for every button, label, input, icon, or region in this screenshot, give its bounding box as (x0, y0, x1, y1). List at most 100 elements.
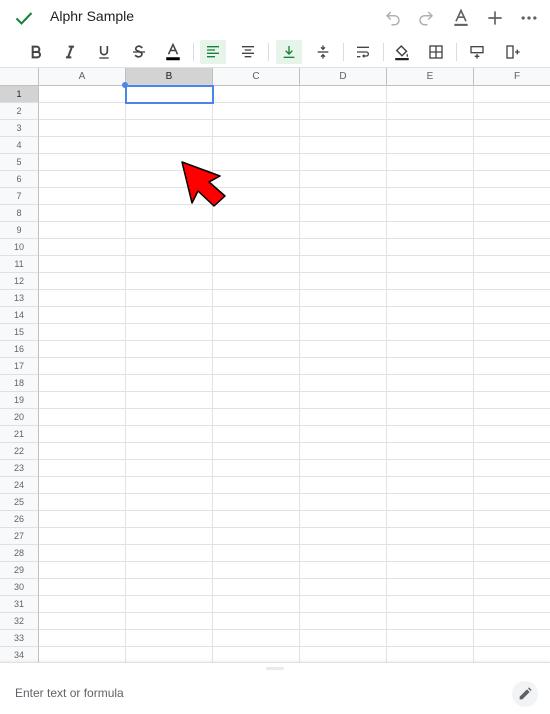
row-header-23[interactable]: 23 (0, 460, 39, 477)
row-header-17[interactable]: 17 (0, 358, 39, 375)
row-header-2[interactable]: 2 (0, 103, 39, 120)
row-gridline (39, 374, 550, 375)
undo-icon[interactable] (381, 6, 405, 30)
document-title[interactable]: Alphr Sample (50, 8, 134, 24)
row-header-29[interactable]: 29 (0, 562, 39, 579)
insert-row-icon[interactable] (464, 40, 490, 64)
row-header-12[interactable]: 12 (0, 273, 39, 290)
row-gridline (39, 102, 550, 103)
more-icon[interactable] (517, 6, 541, 30)
row-gridline (39, 459, 550, 460)
formula-bar: Enter text or formula (0, 662, 550, 714)
row-gridline (39, 306, 550, 307)
row-gridline (39, 425, 550, 426)
row-gridline (39, 629, 550, 630)
row-gridline (39, 323, 550, 324)
done-check-icon[interactable] (12, 6, 36, 30)
row-gridline (39, 493, 550, 494)
italic-icon[interactable] (57, 40, 83, 64)
row-header-6[interactable]: 6 (0, 171, 39, 188)
top-bar: Alphr Sample (0, 0, 550, 36)
row-header-18[interactable]: 18 (0, 375, 39, 392)
selection-handle[interactable] (122, 82, 128, 88)
row-header-11[interactable]: 11 (0, 256, 39, 273)
row-header-7[interactable]: 7 (0, 188, 39, 205)
row-gridline (39, 119, 550, 120)
row-gridline (39, 544, 550, 545)
toolbar-divider (343, 43, 344, 61)
fill-color-icon[interactable] (389, 40, 415, 64)
row-header-3[interactable]: 3 (0, 120, 39, 137)
row-gridline (39, 238, 550, 239)
row-gridline (39, 578, 550, 579)
row-gridline (39, 255, 550, 256)
row-header-27[interactable]: 27 (0, 528, 39, 545)
row-header-14[interactable]: 14 (0, 307, 39, 324)
spreadsheet-grid[interactable]: A B C D E F 1 2 3 4 5 6 7 8 9 10 11 12 1… (0, 68, 550, 662)
column-header-c[interactable]: C (213, 68, 300, 86)
row-header-9[interactable]: 9 (0, 222, 39, 239)
column-header-b[interactable]: B (126, 68, 213, 86)
edit-pencil-icon[interactable] (512, 681, 538, 707)
borders-icon[interactable] (423, 40, 449, 64)
row-gridline (39, 561, 550, 562)
row-header-4[interactable]: 4 (0, 137, 39, 154)
formula-input[interactable]: Enter text or formula (15, 686, 124, 700)
column-header-a[interactable]: A (39, 68, 126, 86)
align-left-icon[interactable] (200, 40, 226, 64)
row-gridline (39, 289, 550, 290)
row-header-33[interactable]: 33 (0, 630, 39, 647)
row-header-24[interactable]: 24 (0, 477, 39, 494)
row-header-20[interactable]: 20 (0, 409, 39, 426)
row-gridline (39, 357, 550, 358)
row-header-1[interactable]: 1 (0, 86, 39, 103)
row-header-31[interactable]: 31 (0, 596, 39, 613)
add-icon[interactable] (483, 6, 507, 30)
valign-bottom-icon[interactable] (276, 40, 302, 64)
wrap-text-icon[interactable] (350, 40, 376, 64)
select-all-corner[interactable] (0, 68, 39, 86)
toolbar-divider (268, 43, 269, 61)
row-header-21[interactable]: 21 (0, 426, 39, 443)
row-header-25[interactable]: 25 (0, 494, 39, 511)
column-header-d[interactable]: D (300, 68, 387, 86)
row-header-22[interactable]: 22 (0, 443, 39, 460)
row-gridline (39, 391, 550, 392)
row-header-34[interactable]: 34 (0, 647, 39, 662)
row-header-10[interactable]: 10 (0, 239, 39, 256)
row-gridline (39, 612, 550, 613)
row-header-26[interactable]: 26 (0, 511, 39, 528)
row-header-28[interactable]: 28 (0, 545, 39, 562)
row-gridline (39, 595, 550, 596)
toolbar-divider (456, 43, 457, 61)
redo-icon[interactable] (414, 6, 438, 30)
drag-handle[interactable] (266, 667, 284, 670)
text-format-icon[interactable] (449, 6, 473, 30)
row-header-19[interactable]: 19 (0, 392, 39, 409)
row-gridline (39, 187, 550, 188)
red-arrow-annotation (181, 161, 226, 207)
column-header-f[interactable]: F (474, 68, 550, 86)
strikethrough-icon[interactable] (126, 40, 152, 64)
row-gridline (39, 510, 550, 511)
align-center-icon[interactable] (235, 40, 261, 64)
valign-middle-icon[interactable] (310, 40, 336, 64)
row-gridline (39, 340, 550, 341)
row-gridline (39, 272, 550, 273)
row-header-13[interactable]: 13 (0, 290, 39, 307)
column-header-e[interactable]: E (387, 68, 474, 86)
insert-column-icon[interactable] (500, 40, 526, 64)
row-header-32[interactable]: 32 (0, 613, 39, 630)
row-gridline (39, 153, 550, 154)
text-color-icon[interactable] (160, 40, 186, 64)
underline-icon[interactable] (91, 40, 117, 64)
row-header-30[interactable]: 30 (0, 579, 39, 596)
row-header-15[interactable]: 15 (0, 324, 39, 341)
row-gridline (39, 408, 550, 409)
selected-cell-b1[interactable] (125, 85, 214, 104)
row-header-5[interactable]: 5 (0, 154, 39, 171)
row-header-8[interactable]: 8 (0, 205, 39, 222)
row-gridline (39, 476, 550, 477)
row-header-16[interactable]: 16 (0, 341, 39, 358)
bold-icon[interactable] (23, 40, 49, 64)
